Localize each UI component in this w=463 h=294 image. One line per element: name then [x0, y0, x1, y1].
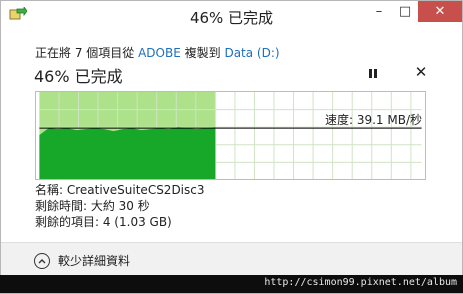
copy-prefix: 正在將 7 個項目從 — [35, 46, 139, 60]
copy-details: 名稱: CreativeSuiteCS2Disc3 剩餘時間: 大約 30 秒 … — [35, 182, 205, 230]
chevron-up-icon — [34, 252, 50, 269]
progress-percent-text: 46% 已完成 — [34, 67, 123, 86]
detail-items: 剩餘的項目: 4 (1.03 GB) — [35, 214, 205, 230]
speed-label: 速度: 39.1 MB/秒 — [324, 113, 422, 127]
close-window-icon: ✕ — [434, 4, 446, 19]
detail-name-value: CreativeSuiteCS2Disc3 — [66, 183, 205, 197]
minimize-button[interactable]: – — [366, 1, 392, 22]
title-bar: 46% 已完成 – □ ✕ — [1, 1, 462, 32]
dialog-content: 正在將 7 個項目從 ADOBE 複製到 Data (D:) 46% 已完成 ✕… — [1, 32, 462, 242]
source-link[interactable]: ADOBE — [138, 46, 181, 60]
copy-middle: 複製到 — [180, 46, 225, 60]
close-button[interactable]: ✕ — [418, 1, 462, 22]
minimize-icon: – — [375, 4, 383, 19]
detail-items-label: 剩餘的項目: — [35, 215, 103, 229]
fewer-details-button[interactable]: 較少詳細資料 — [34, 252, 130, 269]
detail-name: 名稱: CreativeSuiteCS2Disc3 — [35, 182, 205, 198]
cancel-button[interactable]: ✕ — [412, 63, 430, 81]
detail-time-label: 剩餘時間: — [35, 199, 91, 213]
fewer-details-label: 較少詳細資料 — [58, 254, 131, 268]
detail-items-value: 4 (1.03 GB) — [102, 215, 172, 229]
dialog-footer: 較少詳細資料 — [1, 242, 462, 277]
copy-description: 正在將 7 個項目從 ADOBE 複製到 Data (D:) — [35, 44, 280, 61]
watermark-bar: http://csimon99.pixnet.net/album — [0, 275, 463, 293]
pause-button[interactable] — [365, 66, 381, 80]
close-icon: ✕ — [414, 63, 428, 81]
copy-progress-dialog: 46% 已完成 – □ ✕ 正在將 7 個項目從 ADOBE 複製到 Data … — [0, 0, 463, 294]
detail-time-value: 大約 30 秒 — [90, 199, 150, 213]
speed-history-area — [39, 127, 216, 179]
watermark-text: http://csimon99.pixnet.net/album — [264, 277, 457, 288]
destination-link[interactable]: Data (D:) — [224, 46, 279, 60]
maximize-button[interactable]: □ — [392, 1, 418, 22]
detail-name-label: 名稱: — [35, 183, 67, 197]
pause-icon — [368, 68, 378, 78]
maximize-icon: □ — [398, 4, 412, 19]
detail-time: 剩餘時間: 大約 30 秒 — [35, 198, 205, 214]
